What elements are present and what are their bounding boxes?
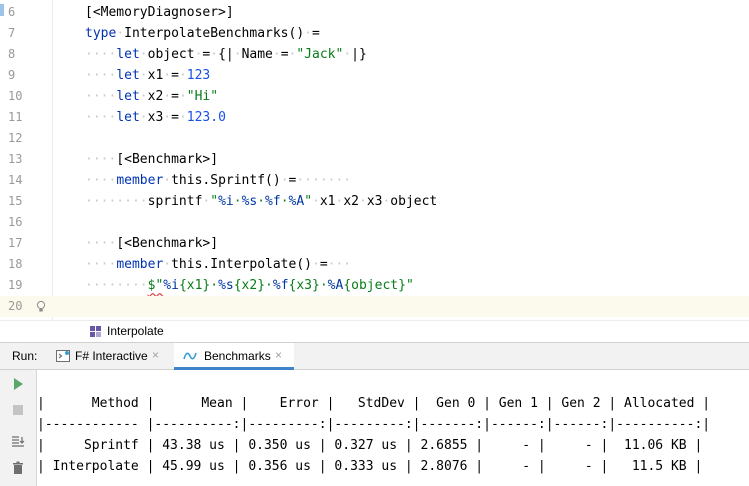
code-text[interactable]: ········sprintf·"%i·%s·%f·%A"·x1·x2·x3·o… — [85, 191, 437, 212]
console-line-header: | Method | Mean | Error | StdDev | Gen 0… — [37, 396, 711, 411]
code-line[interactable]: 14 ····member·this.Sprintf()·=······· — [0, 170, 749, 191]
code-line[interactable]: 11 ····let·x3·=·123.0 — [0, 107, 749, 128]
code-line[interactable]: 6 [<MemoryDiagnoser>] — [0, 2, 749, 23]
run-toolbar: Run: F# Interactive × Benchmarks × — [0, 342, 749, 370]
run-tool-panel — [0, 370, 37, 486]
code-text[interactable]: ········$"%i{x1}·%s{x2}·%f{x3}·%A{object… — [85, 275, 414, 296]
line-number: 8 — [8, 47, 16, 61]
code-line[interactable]: 7 type·InterpolateBenchmarks()·= — [0, 23, 749, 44]
code-line[interactable]: 10 ····let·x2·=·"Hi" — [0, 86, 749, 107]
code-line[interactable]: 17 ····[<Benchmark>] — [0, 233, 749, 254]
line-number: 7 — [8, 26, 16, 40]
breadcrumb[interactable]: Interpolate — [0, 320, 749, 343]
line-number: 16 — [8, 215, 23, 229]
code-line[interactable]: 9 ····let·x1·=·123 — [0, 65, 749, 86]
line-number: 19 — [8, 278, 23, 292]
code-text[interactable]: ····[<Benchmark>] — [85, 233, 218, 254]
scroll-to-end-icon[interactable] — [10, 434, 26, 450]
code-text[interactable]: type·InterpolateBenchmarks()·= — [85, 23, 320, 44]
stop-icon[interactable] — [10, 402, 26, 418]
trash-icon[interactable] — [10, 460, 26, 476]
structure-icon — [90, 326, 101, 337]
console-line-row: | Interpolate | 45.99 us | 0.356 us | 0.… — [37, 459, 703, 474]
terminal-icon — [56, 350, 70, 362]
run-label: Run: — [12, 349, 38, 363]
code-line[interactable]: 16 — [0, 212, 749, 233]
code-text[interactable]: ····let·object·=·{|·Name·=·"Jack"·|} — [85, 44, 367, 65]
line-number: 17 — [8, 236, 23, 250]
breadcrumb-label[interactable]: Interpolate — [107, 324, 164, 338]
console-output[interactable]: | Method | Mean | Error | StdDev | Gen 0… — [37, 370, 749, 486]
code-text[interactable]: [<MemoryDiagnoser>] — [85, 2, 234, 23]
code-line[interactable]: 8 ····let·object·=·{|·Name·=·"Jack"·|} — [0, 44, 749, 65]
tab-benchmarks[interactable]: Benchmarks × — [174, 343, 294, 370]
close-icon[interactable]: × — [152, 348, 159, 362]
line-number: 14 — [8, 173, 23, 187]
tab-label: Benchmarks — [204, 349, 271, 363]
run-icon[interactable] — [10, 376, 26, 392]
line-number: 18 — [8, 257, 23, 271]
code-text[interactable]: ····let·x3·=·123.0 — [85, 107, 226, 128]
line-number: 6 — [8, 5, 16, 19]
line-number: 15 — [8, 194, 23, 208]
console-line-separator: |------------ |----------:|---------:|--… — [37, 417, 711, 432]
code-text[interactable]: ····member·this.Interpolate()·=··· — [85, 254, 351, 275]
line-number: 11 — [8, 110, 23, 124]
line-number: 13 — [8, 152, 23, 166]
code-line[interactable]: 20 — [0, 296, 749, 317]
code-line[interactable]: 19 ········$"%i{x1}·%s{x2}·%f{x3}·%A{obje… — [0, 275, 749, 296]
console-line-row: | Sprintf | 43.38 us | 0.350 us | 0.327 … — [37, 438, 703, 453]
line-number: 20 — [8, 299, 23, 313]
code-text[interactable]: ····member·this.Sprintf()·=······· — [85, 170, 351, 191]
close-icon[interactable]: × — [275, 348, 282, 362]
tab-fsharp-interactive[interactable]: F# Interactive × — [50, 343, 168, 370]
code-line[interactable]: 13 ····[<Benchmark>] — [0, 149, 749, 170]
code-text[interactable]: ····let·x1·=·123 — [85, 65, 210, 86]
line-number: 9 — [8, 68, 16, 82]
line-number: 12 — [8, 131, 23, 145]
code-editor[interactable]: 6 [<MemoryDiagnoser>] 7 type·InterpolateBen… — [0, 0, 749, 320]
code-line[interactable]: 12 — [0, 128, 749, 149]
code-text[interactable]: ····[<Benchmark>] — [85, 149, 218, 170]
code-text[interactable]: ····let·x2·=·"Hi" — [85, 86, 218, 107]
code-line[interactable]: 18 ····member·this.Interpolate()·=··· — [0, 254, 749, 275]
tab-label: F# Interactive — [75, 349, 148, 363]
benchmark-icon — [183, 352, 197, 360]
code-line[interactable]: 15 ········sprintf·"%i·%s·%f·%A"·x1·x2·x3… — [0, 191, 749, 212]
line-number: 10 — [8, 89, 23, 103]
lightbulb-icon[interactable] — [35, 300, 47, 313]
